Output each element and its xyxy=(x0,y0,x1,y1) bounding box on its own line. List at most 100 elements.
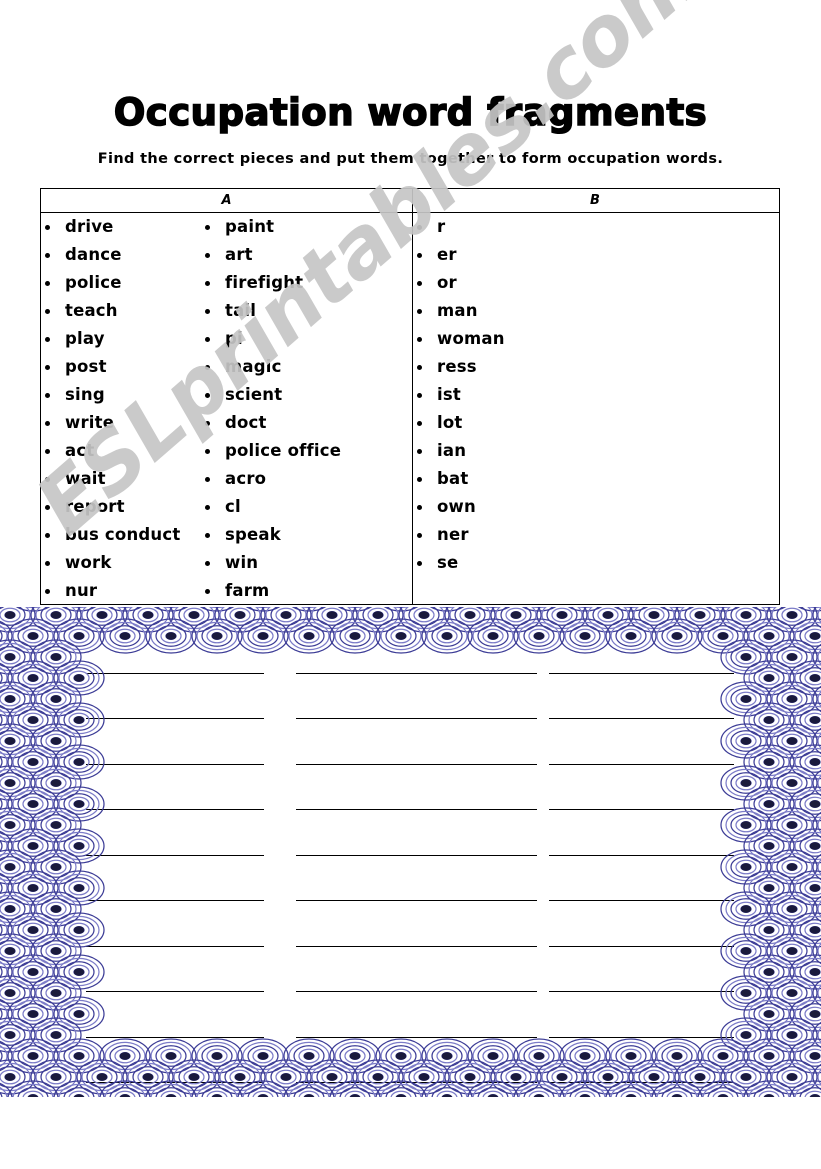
fragment-label: play xyxy=(65,329,105,348)
answer-line-row[interactable] xyxy=(86,719,734,765)
answer-line-segment[interactable] xyxy=(296,1082,537,1083)
bullet-icon xyxy=(205,449,210,454)
bullet-icon xyxy=(417,393,422,398)
fragment-item: ner xyxy=(413,521,777,549)
fragment-label: r xyxy=(437,217,446,236)
fragment-label: own xyxy=(437,497,476,516)
fragment-item: own xyxy=(413,493,777,521)
bullet-icon xyxy=(45,589,50,594)
answer-line-row[interactable] xyxy=(86,901,734,947)
answer-lines-area[interactable] xyxy=(86,628,734,1083)
fragment-item: r xyxy=(413,213,777,241)
fragment-item: speak xyxy=(201,521,380,549)
bullet-icon xyxy=(205,225,210,230)
fragment-item: firefight xyxy=(201,269,380,297)
bullet-icon xyxy=(45,561,50,566)
bullet-icon xyxy=(45,421,50,426)
answer-line-row[interactable] xyxy=(86,1038,734,1083)
word-fragment-table: A B drive dance police teach play post sing wri… xyxy=(40,188,780,605)
fragment-label: magic xyxy=(225,357,282,376)
fragment-label: firefight xyxy=(225,273,304,292)
fragment-label: paint xyxy=(225,217,275,236)
fragment-item: scient xyxy=(201,381,380,409)
column-b: r er or man woman ress ist lot ian bat own ner se xyxy=(413,213,777,604)
bullet-icon xyxy=(417,337,422,342)
fragment-label: acro xyxy=(225,469,267,488)
answer-line-row[interactable] xyxy=(86,628,734,674)
fragment-label: bus conduct xyxy=(65,525,181,544)
fragment-item: man xyxy=(413,297,777,325)
bullet-icon xyxy=(45,337,50,342)
fragment-item: police xyxy=(41,269,201,297)
fragment-item: se xyxy=(413,549,777,577)
bullet-icon xyxy=(205,589,210,594)
bullet-icon xyxy=(45,393,50,398)
fragment-label: teach xyxy=(65,301,118,320)
fragment-item: drive xyxy=(41,213,201,241)
fragment-item: sing xyxy=(41,381,201,409)
fragment-label: pi xyxy=(225,329,243,348)
bullet-icon xyxy=(417,309,422,314)
fragment-label: man xyxy=(437,301,478,320)
fragment-label: se xyxy=(437,553,459,572)
answer-line-row[interactable] xyxy=(86,810,734,856)
fragment-label: nur xyxy=(65,581,98,600)
fragment-label: drive xyxy=(65,217,114,236)
fragment-label: scient xyxy=(225,385,283,404)
fragment-item: paint xyxy=(201,213,380,241)
fragment-item: art xyxy=(201,241,380,269)
answer-line-row[interactable] xyxy=(86,856,734,901)
bullet-icon xyxy=(417,533,422,538)
answer-line-row[interactable] xyxy=(86,947,734,992)
fragment-item: police office xyxy=(201,437,380,465)
bullet-icon xyxy=(205,477,210,482)
fragment-item: pi xyxy=(201,325,380,353)
fragment-label: post xyxy=(65,357,107,376)
fragment-item: cl xyxy=(201,493,380,521)
fragment-label: ner xyxy=(437,525,469,544)
bullet-icon xyxy=(205,365,210,370)
fragment-label: speak xyxy=(225,525,281,544)
fragment-label: art xyxy=(225,245,253,264)
bullet-icon xyxy=(45,225,50,230)
fragment-label: act xyxy=(65,441,95,460)
fragment-label: police office xyxy=(225,441,342,460)
bullet-icon xyxy=(45,281,50,286)
fragment-item: write xyxy=(41,409,201,437)
fragment-item: report xyxy=(41,493,201,521)
fragment-label: ress xyxy=(437,357,477,376)
bullet-icon xyxy=(205,281,210,286)
bullet-icon xyxy=(417,505,422,510)
bullet-icon xyxy=(205,337,210,342)
bullet-icon xyxy=(417,225,422,230)
fragment-list-a-second: paint art firefight tail pi magic scient doct po… xyxy=(201,213,380,604)
fragment-item: wait xyxy=(41,465,201,493)
fragment-item: act xyxy=(41,437,201,465)
fragment-label: or xyxy=(437,273,457,292)
answer-line-row[interactable] xyxy=(86,674,734,719)
bullet-icon xyxy=(205,309,210,314)
bullet-icon xyxy=(417,253,422,258)
fragment-label: dance xyxy=(65,245,122,264)
answer-line-row[interactable] xyxy=(86,992,734,1038)
table-header-row: A B xyxy=(41,189,779,213)
fragment-item: doct xyxy=(201,409,380,437)
bullet-icon xyxy=(45,449,50,454)
answer-line-row[interactable] xyxy=(86,765,734,810)
fragment-item: er xyxy=(413,241,777,269)
fragment-item: dance xyxy=(41,241,201,269)
bullet-icon xyxy=(417,365,422,370)
fragment-item: magic xyxy=(201,353,380,381)
answer-line-segment[interactable] xyxy=(549,1082,734,1083)
fragment-label: tail xyxy=(225,301,257,320)
fragment-label: cl xyxy=(225,497,241,516)
fragment-item: tail xyxy=(201,297,380,325)
bullet-icon xyxy=(417,449,422,454)
fragment-label: er xyxy=(437,245,457,264)
fragment-label: sing xyxy=(65,385,105,404)
column-a: drive dance police teach play post sing write ac… xyxy=(41,213,413,604)
fragment-item: nur xyxy=(41,577,201,605)
fragment-item: teach xyxy=(41,297,201,325)
fragment-list-b: r er or man woman ress ist lot ian bat own ner se xyxy=(413,213,777,577)
answer-line-segment[interactable] xyxy=(86,1082,264,1083)
